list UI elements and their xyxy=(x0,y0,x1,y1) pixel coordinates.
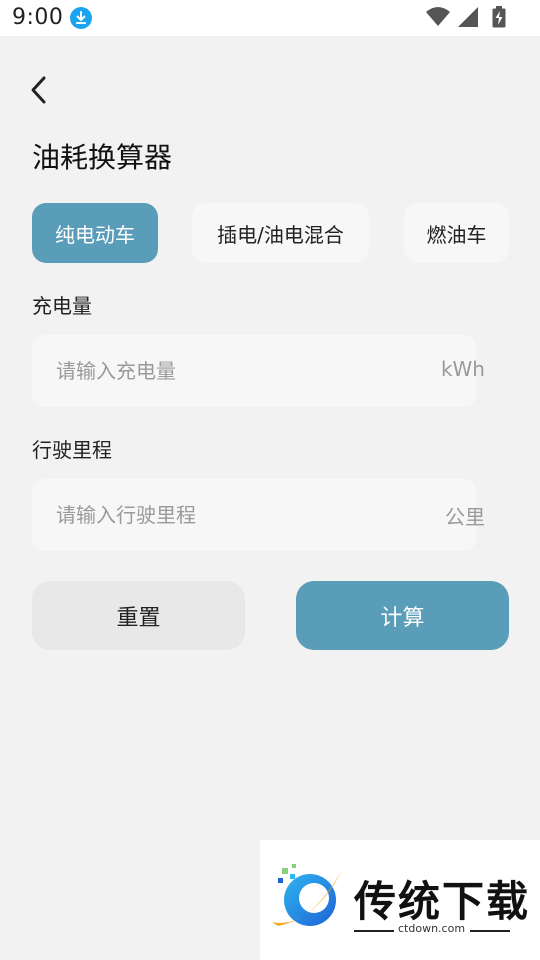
page-title: 油耗换算器 xyxy=(32,141,173,174)
status-time: 9:00 xyxy=(12,5,64,30)
watermark: 传统下载 ctdown.com xyxy=(260,840,540,960)
tab-hybrid[interactable]: 插电/油电混合 xyxy=(192,203,369,263)
charge-amount-unit: kWh xyxy=(440,357,485,381)
reset-button[interactable]: 重置 xyxy=(32,581,245,650)
charge-amount-input[interactable] xyxy=(32,335,422,407)
wifi-icon xyxy=(426,7,450,26)
mileage-field: 公里 xyxy=(32,479,485,551)
charge-amount-field: kWh xyxy=(32,335,485,407)
reset-button-label: 重置 xyxy=(116,605,161,631)
battery-charging-icon xyxy=(492,6,506,28)
mileage-unit: 公里 xyxy=(445,505,485,529)
tab-label: 插电/油电混合 xyxy=(217,222,344,247)
download-icon xyxy=(70,7,92,29)
chevron-left-icon xyxy=(31,76,46,104)
tab-electric-vehicle[interactable]: 纯电动车 xyxy=(32,203,158,263)
watermark-divider xyxy=(470,930,510,932)
back-button[interactable] xyxy=(22,72,56,108)
signal-icon xyxy=(458,7,478,27)
mileage-label: 行驶里程 xyxy=(32,438,112,462)
tab-fuel-vehicle[interactable]: 燃油车 xyxy=(404,203,509,263)
tab-label: 纯电动车 xyxy=(55,222,135,247)
calculate-button-label: 计算 xyxy=(380,605,425,631)
watermark-logo-icon xyxy=(272,864,342,926)
charge-amount-label: 充电量 xyxy=(32,294,92,318)
status-bar: 9:00 xyxy=(0,0,540,36)
watermark-url: ctdown.com xyxy=(398,922,466,935)
calculate-button[interactable]: 计算 xyxy=(296,581,509,650)
watermark-brand: 传统下载 xyxy=(354,877,531,926)
tab-label: 燃油车 xyxy=(426,222,487,247)
watermark-divider xyxy=(354,930,394,932)
mileage-input[interactable] xyxy=(32,479,422,551)
